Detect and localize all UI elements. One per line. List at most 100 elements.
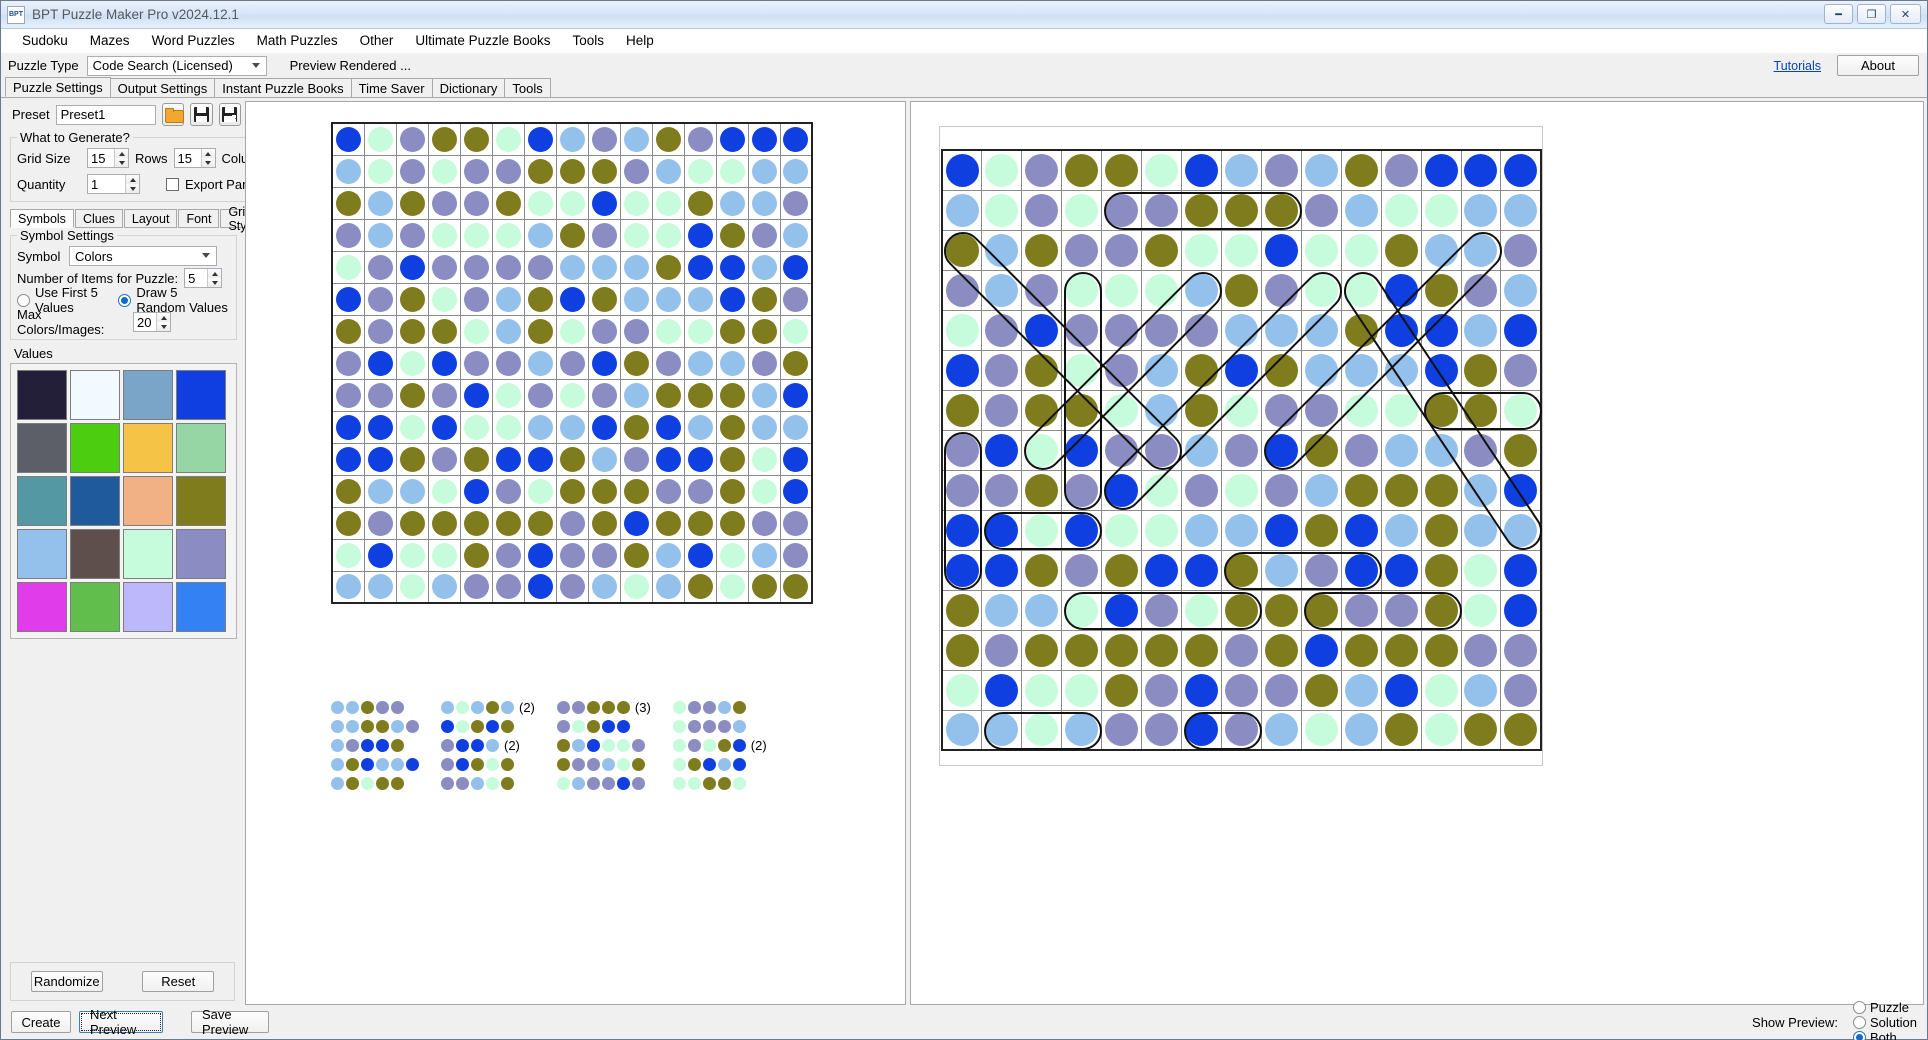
radio-use-first-values[interactable]: [17, 294, 30, 307]
export-parts-checkbox[interactable]: [166, 178, 179, 191]
palette-swatch[interactable]: [176, 529, 226, 579]
radio-puzzle[interactable]: [1853, 1001, 1866, 1014]
grid-size-cols-stepper[interactable]: 15: [174, 148, 216, 168]
grid-cell: [716, 443, 748, 475]
palette-swatch[interactable]: [17, 423, 67, 473]
menu-item-sudoku[interactable]: Sudoku: [11, 30, 79, 51]
menu-item-math-puzzles[interactable]: Math Puzzles: [246, 30, 349, 51]
tab-instant-puzzle-books[interactable]: Instant Puzzle Books: [214, 78, 351, 97]
grid-cell: [982, 510, 1022, 550]
max-colors-stepper[interactable]: 20: [133, 312, 171, 332]
preset-input[interactable]: Preset1: [56, 105, 156, 125]
radio-both[interactable]: [1853, 1031, 1866, 1040]
palette-swatch[interactable]: [176, 423, 226, 473]
grid-dot: [528, 287, 553, 312]
next-preview-button[interactable]: Next Preview: [79, 1011, 163, 1033]
create-button[interactable]: Create: [11, 1011, 71, 1033]
tab-puzzle-settings[interactable]: Puzzle Settings: [5, 77, 111, 97]
menu-item-other[interactable]: Other: [349, 30, 405, 51]
subtab-symbols[interactable]: Symbols: [10, 209, 74, 228]
show-preview-option-puzzle[interactable]: Puzzle: [1853, 1000, 1917, 1015]
symbol-combo[interactable]: Colors: [69, 246, 217, 266]
palette-swatch[interactable]: [17, 370, 67, 420]
palette-swatch[interactable]: [17, 582, 67, 632]
grid-cell: [1221, 470, 1261, 510]
menu-item-word-puzzles[interactable]: Word Puzzles: [141, 30, 246, 51]
palette-swatch[interactable]: [70, 370, 120, 420]
grid-dot: [368, 351, 393, 376]
grid-dot: [560, 415, 585, 440]
puzzle-type-combo[interactable]: Code Search (Licensed): [87, 56, 267, 76]
show-preview-option-solution[interactable]: Solution: [1853, 1015, 1917, 1030]
restore-icon[interactable]: ❐: [1857, 4, 1886, 24]
save-preview-button[interactable]: Save Preview: [191, 1011, 269, 1033]
subtab-font[interactable]: Font: [178, 209, 219, 228]
save-icon[interactable]: [190, 103, 212, 126]
grid-dot: [1225, 554, 1258, 587]
grid-cell: [982, 310, 1022, 350]
clue-dot: [632, 758, 645, 771]
grid-cell: [1461, 190, 1501, 230]
grid-cell: [460, 219, 492, 251]
save-as-icon[interactable]: +: [219, 103, 241, 126]
palette-swatch[interactable]: [70, 476, 120, 526]
grid-dot: [783, 447, 808, 472]
grid-dot: [1185, 274, 1218, 307]
grid-cell: [1022, 590, 1062, 630]
solution-preview-panel[interactable]: [910, 101, 1924, 1005]
reset-button[interactable]: Reset: [142, 971, 214, 992]
palette-swatch[interactable]: [176, 370, 226, 420]
folder-open-icon[interactable]: [162, 103, 184, 126]
subtab-layout[interactable]: Layout: [124, 209, 178, 228]
tab-time-saver[interactable]: Time Saver: [351, 78, 433, 97]
about-button[interactable]: About: [1837, 55, 1919, 76]
clue-dot: [486, 777, 499, 790]
clue-dot: [673, 739, 686, 752]
palette-swatch[interactable]: [123, 529, 173, 579]
subtab-clues[interactable]: Clues: [75, 209, 123, 228]
footer-bar: Create Next Preview Save Preview Show Pr…: [1, 1005, 1927, 1039]
grid-cell: [428, 347, 460, 379]
grid-dot: [1025, 554, 1058, 587]
grid-dot: [560, 223, 585, 248]
menu-item-help[interactable]: Help: [615, 30, 665, 51]
grid-size-rows-stepper[interactable]: 15: [87, 148, 129, 168]
menu-item-ultimate-puzzle-books[interactable]: Ultimate Puzzle Books: [404, 30, 561, 51]
palette-swatch[interactable]: [123, 370, 173, 420]
clue-dot: [617, 777, 630, 790]
puzzle-preview-panel[interactable]: (2)(2)(3)(2): [245, 101, 906, 1005]
palette-swatch[interactable]: [176, 582, 226, 632]
radio-solution[interactable]: [1853, 1016, 1866, 1029]
menu-item-mazes[interactable]: Mazes: [79, 30, 141, 51]
minimize-icon[interactable]: ━: [1824, 4, 1853, 24]
palette-swatch[interactable]: [70, 423, 120, 473]
grid-cell: [428, 571, 460, 603]
grid-cell: [1142, 510, 1182, 550]
tutorials-link[interactable]: Tutorials: [1774, 59, 1821, 73]
menu-item-tools[interactable]: Tools: [561, 30, 615, 51]
tab-dictionary[interactable]: Dictionary: [432, 78, 506, 97]
show-preview-option-both[interactable]: Both: [1853, 1030, 1917, 1040]
grid-cell: [1301, 270, 1341, 310]
radio-draw-random-values[interactable]: [118, 294, 131, 307]
palette-swatch[interactable]: [70, 529, 120, 579]
grid-dot: [464, 447, 489, 472]
palette-swatch[interactable]: [176, 476, 226, 526]
tab-output-settings[interactable]: Output Settings: [110, 78, 216, 97]
grid-dot: [1265, 634, 1298, 667]
grid-cell: [1501, 550, 1541, 590]
grid-dot: [1504, 554, 1537, 587]
palette-swatch[interactable]: [17, 476, 67, 526]
palette-swatch[interactable]: [123, 423, 173, 473]
palette-swatch[interactable]: [70, 582, 120, 632]
palette-swatch[interactable]: [123, 476, 173, 526]
randomize-button[interactable]: Randomize: [31, 971, 103, 992]
close-icon[interactable]: ✕: [1890, 4, 1921, 24]
grid-cell: [460, 347, 492, 379]
tab-tools[interactable]: Tools: [504, 78, 550, 97]
grid-dot: [432, 223, 457, 248]
quantity-stepper[interactable]: 1: [87, 174, 140, 194]
grid-dot: [400, 383, 425, 408]
palette-swatch[interactable]: [123, 582, 173, 632]
palette-swatch[interactable]: [17, 529, 67, 579]
